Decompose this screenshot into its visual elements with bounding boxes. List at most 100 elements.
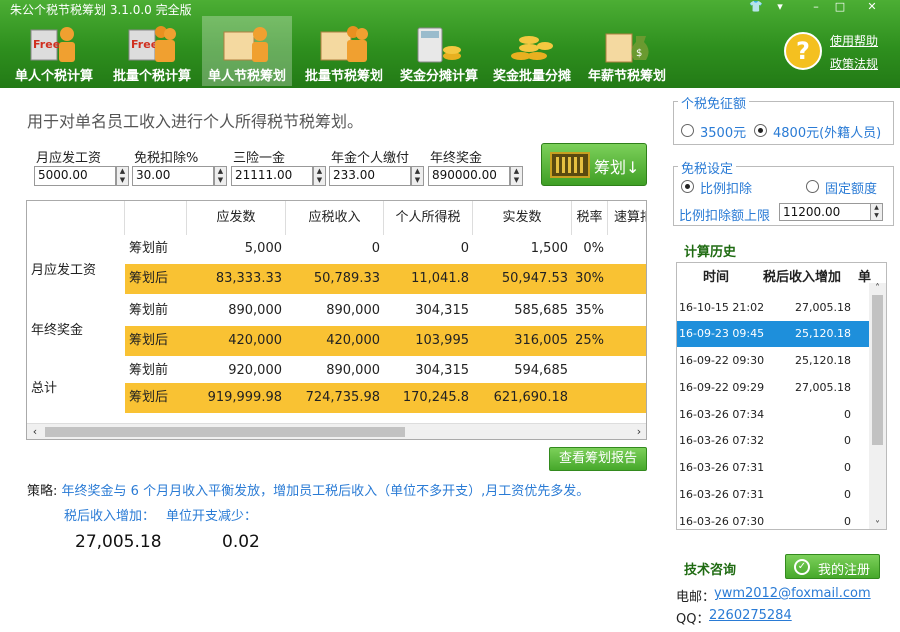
tool-single-tax-plan[interactable]: 单人节税筹划 (202, 16, 292, 86)
insurance-input[interactable]: 21111.00 (231, 166, 313, 186)
row-label: 筹划后 (129, 271, 169, 286)
table-cell: 25% (575, 333, 604, 348)
policy-link[interactable]: 政策法规 (830, 55, 878, 72)
question-icon[interactable]: ? (784, 32, 822, 70)
history-row[interactable]: 16-03-26 07:31 0 (677, 482, 871, 508)
monthly-salary-input[interactable]: 5000.00 (34, 166, 116, 186)
table-header: 应发数 (187, 201, 286, 235)
tool-label: 单人个税计算 (14, 69, 93, 84)
scroll-up-icon[interactable]: ˄ (869, 283, 886, 294)
email-link[interactable]: ywm2012@foxmail.com (714, 586, 871, 601)
app-window: 朱公个税节税筹划 3.1.0.0 完全版 👕 ▾ – □ ✕ Free 单人个税… (0, 0, 900, 632)
tool-salary-tax-plan[interactable]: $ 年薪节税筹划 (581, 16, 673, 86)
exempt-4800-radio[interactable] (754, 124, 767, 137)
scroll-left-icon[interactable]: ‹ (27, 424, 43, 439)
exempt-percent-stepper[interactable]: ▲ ▼ (214, 166, 227, 186)
exempt-3500-label[interactable]: 3500元 (700, 122, 746, 141)
qq-link[interactable]: 2260275284 (709, 608, 792, 623)
check-circle-icon: ✓ (794, 559, 810, 575)
history-value: 0 (844, 488, 851, 501)
limit-stepper[interactable]: ▲ ▼ (870, 203, 883, 221)
close-icon[interactable]: ✕ (860, 0, 884, 14)
history-value: 25,120.18 (795, 327, 851, 340)
table-row[interactable]: 筹划后 420,000 420,000 103,995 316,005 25% (125, 326, 646, 356)
table-cell: 1,500 (530, 241, 568, 256)
toolbar: 朱公个税节税筹划 3.1.0.0 完全版 👕 ▾ – □ ✕ Free 单人个税… (0, 0, 900, 88)
table-row[interactable]: 筹划前 920,000 890,000 304,315 594,685 (125, 356, 646, 386)
history-time: 16-03-26 07:31 (679, 488, 765, 501)
history-row[interactable]: 16-09-22 09:29 27,005.18 (677, 375, 871, 401)
table-cell: 304,315 (415, 363, 469, 378)
table-row[interactable]: 筹划后 83,333.33 50,789.33 11,041.8 50,947.… (125, 264, 646, 294)
money-bag-icon: $ (605, 33, 649, 63)
tool-label: 奖金分摊计算 (399, 69, 478, 84)
fixed-amount-label[interactable]: 固定额度 (825, 178, 877, 197)
table-header-label-col (125, 201, 187, 235)
history-row[interactable]: 16-03-26 07:31 0 (677, 455, 871, 481)
table-cell: 50,789.33 (313, 271, 380, 286)
table-cell: 919,999.98 (207, 390, 282, 405)
year-bonus-input[interactable]: 890000.00 (428, 166, 510, 186)
history-value: 0 (844, 461, 851, 474)
setting-group-title: 免税设定 (678, 158, 737, 177)
history-row[interactable]: 16-03-26 07:32 0 (677, 428, 871, 454)
tool-batch-tax-plan[interactable]: 批量节税筹划 (296, 16, 392, 86)
table-row[interactable]: 筹划后 919,999.98 724,735.98 170,245.8 621,… (125, 383, 646, 413)
scroll-right-icon[interactable]: › (631, 424, 646, 439)
history-header-increase: 税后收入增加 (763, 270, 842, 285)
plan-button[interactable]: 筹划↓ (541, 143, 647, 186)
table-cell: 83,333.33 (215, 271, 282, 286)
view-report-button[interactable]: 查看筹划报告 (549, 447, 647, 471)
table-cell: 594,685 (514, 363, 568, 378)
table-header: 速算扣 (608, 201, 646, 235)
table-row[interactable]: 筹划前 5,000 0 0 1,500 0% (125, 234, 646, 264)
row-label: 筹划前 (129, 363, 169, 378)
shirt-icon[interactable]: 👕 (744, 0, 768, 14)
scroll-down-icon[interactable]: ˅ (869, 520, 886, 529)
table-cell: 724,735.98 (305, 390, 380, 405)
group-label-year-bonus: 年终奖金 (31, 323, 84, 338)
history-row[interactable]: 16-03-26 07:30 0 (677, 509, 871, 529)
table-cell: 0 (460, 241, 469, 256)
table-horizontal-scrollbar[interactable]: ‹ › (27, 423, 646, 439)
svg-text:Free: Free (131, 38, 158, 51)
scrollbar-thumb[interactable] (872, 295, 883, 445)
exempt-group-title: 个税免征额 (678, 93, 750, 112)
row-label: 筹划后 (129, 333, 169, 348)
menu-icon[interactable]: ▾ (768, 0, 792, 14)
expense-decrease-value: 0.02 (222, 532, 260, 552)
tool-bonus-split-calc[interactable]: 奖金分摊计算 (393, 16, 485, 86)
tool-batch-tax-calc[interactable]: Free 批量个税计算 (104, 16, 200, 86)
scrollbar-thumb[interactable] (45, 427, 405, 437)
table-row[interactable]: 筹划前 890,000 890,000 304,315 585,685 35% (125, 296, 646, 326)
coins-pile-icon (511, 36, 553, 60)
history-value: 27,005.18 (795, 301, 851, 314)
free-person-icon: Free (30, 27, 75, 62)
maximize-icon[interactable]: □ (828, 0, 852, 14)
annuity-input[interactable]: 233.00 (329, 166, 411, 186)
exempt-percent-input[interactable]: 30.00 (132, 166, 214, 186)
fixed-amount-radio[interactable] (806, 180, 819, 193)
history-row[interactable]: 16-09-23 09:45 25,120.18 (677, 321, 871, 347)
year-bonus-stepper[interactable]: ▲ ▼ (510, 166, 523, 186)
history-row[interactable]: 16-10-15 21:02 27,005.18 (677, 295, 871, 321)
help-link[interactable]: 使用帮助 (830, 32, 878, 49)
limit-label: 比例扣除额上限 (679, 209, 771, 224)
tool-bonus-batch-split[interactable]: 奖金批量分摊 (486, 16, 578, 86)
monthly-salary-stepper[interactable]: ▲ ▼ (116, 166, 129, 186)
tool-single-tax-calc[interactable]: Free 单人个税计算 (6, 16, 102, 86)
history-vertical-scrollbar[interactable]: ˄ ˅ (869, 283, 886, 529)
exempt-3500-radio[interactable] (681, 124, 694, 137)
history-row[interactable]: 16-09-22 09:30 25,120.18 (677, 348, 871, 374)
my-registration-button[interactable]: ✓ 我的注册 (785, 554, 880, 579)
minimize-icon[interactable]: – (804, 0, 828, 14)
history-row[interactable]: 16-03-26 07:34 0 (677, 402, 871, 428)
group-book-icon (320, 26, 368, 62)
limit-input[interactable]: 11200.00 (779, 203, 871, 221)
annuity-stepper[interactable]: ▲ ▼ (411, 166, 424, 186)
ratio-deduct-label[interactable]: 比例扣除 (700, 178, 752, 197)
insurance-stepper[interactable]: ▲ ▼ (313, 166, 326, 186)
ratio-deduct-radio[interactable] (681, 180, 694, 193)
exempt-4800-label[interactable]: 4800元(外籍人员) (773, 122, 881, 141)
after-tax-increase-value: 27,005.18 (75, 532, 162, 552)
